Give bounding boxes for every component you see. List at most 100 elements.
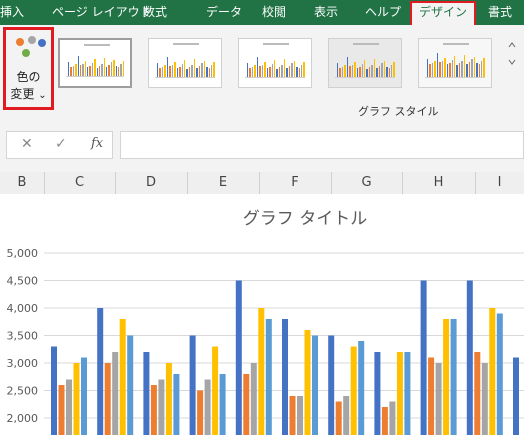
- chart-style-5[interactable]: [418, 38, 492, 88]
- thumb-bar: [371, 65, 373, 77]
- palette-dot-green: [22, 49, 30, 57]
- column-header-c[interactable]: C: [44, 172, 115, 194]
- bar[interactable]: [450, 319, 457, 435]
- bar[interactable]: [343, 396, 350, 435]
- bar[interactable]: [297, 396, 303, 435]
- bar[interactable]: [481, 363, 488, 435]
- tab-help[interactable]: ヘルプ: [365, 0, 401, 25]
- palette-dot-gray: [28, 36, 36, 44]
- thumb-bar: [101, 64, 103, 76]
- bar[interactable]: [158, 379, 165, 436]
- bar[interactable]: [104, 363, 111, 435]
- bar[interactable]: [335, 401, 342, 436]
- bar[interactable]: [243, 374, 250, 435]
- chart-style-1[interactable]: [58, 38, 132, 88]
- thumb-bar: [278, 67, 281, 77]
- column-header-g[interactable]: G: [331, 172, 402, 194]
- tab-formulas[interactable]: 数式: [143, 0, 167, 25]
- thumb-bar: [198, 66, 201, 77]
- formula-input[interactable]: [120, 131, 524, 159]
- bar[interactable]: [289, 396, 296, 435]
- tab-data[interactable]: データ: [206, 0, 242, 25]
- thumb-bar: [456, 65, 458, 77]
- bar[interactable]: [474, 352, 481, 435]
- column-header-e[interactable]: E: [187, 172, 259, 194]
- tab-page-layout[interactable]: ページ レイアウト: [52, 0, 152, 25]
- bar[interactable]: [496, 313, 503, 436]
- chart-title[interactable]: グラフ タイトル: [243, 209, 367, 229]
- bar[interactable]: [81, 357, 87, 436]
- column-header-h[interactable]: H: [402, 172, 475, 194]
- bar[interactable]: [282, 319, 288, 435]
- bar[interactable]: [443, 319, 450, 435]
- column-header-d[interactable]: D: [115, 172, 187, 194]
- thumb-bar: [431, 63, 434, 77]
- bar[interactable]: [73, 363, 80, 435]
- bar[interactable]: [165, 363, 172, 435]
- bar[interactable]: [358, 341, 365, 435]
- thumb-bar: [208, 68, 210, 77]
- column-header-i[interactable]: I: [475, 172, 524, 194]
- enter-icon[interactable]: ✓: [55, 136, 67, 152]
- bar[interactable]: [97, 308, 104, 435]
- bar[interactable]: [235, 280, 242, 436]
- bar[interactable]: [396, 352, 403, 435]
- bar[interactable]: [197, 390, 204, 436]
- bar[interactable]: [250, 363, 257, 435]
- bar-chart[interactable]: グラフ タイトル 5,000 4,500 4,000 3,500 3,000 2,500 2…: [0, 194, 524, 435]
- bar[interactable]: [489, 308, 496, 435]
- bar[interactable]: [328, 335, 335, 436]
- thumb-title-line: [173, 43, 199, 45]
- y-tick-label: 5,000: [7, 247, 39, 260]
- thumb-bar: [429, 64, 431, 77]
- bar[interactable]: [58, 385, 65, 435]
- chart-style-2[interactable]: [148, 38, 222, 88]
- bar[interactable]: [112, 352, 119, 435]
- bar[interactable]: [51, 346, 57, 436]
- cancel-icon[interactable]: ✕: [21, 136, 33, 152]
- tab-format[interactable]: 書式: [488, 0, 512, 25]
- gallery-scroll-buttons[interactable]: [506, 38, 518, 88]
- tab-design[interactable]: デザイン: [412, 1, 474, 25]
- bar[interactable]: [189, 335, 196, 436]
- y-tick-label: 4,500: [7, 275, 39, 288]
- bar[interactable]: [150, 385, 157, 435]
- column-header-f[interactable]: F: [259, 172, 331, 194]
- insert-function-icon[interactable]: fx: [91, 136, 103, 151]
- thumb-bar: [247, 63, 249, 77]
- bar[interactable]: [350, 346, 357, 436]
- bar[interactable]: [204, 379, 211, 436]
- bar[interactable]: [420, 280, 427, 436]
- bar[interactable]: [143, 352, 150, 435]
- bar[interactable]: [66, 379, 72, 436]
- thumb-bar: [183, 60, 186, 77]
- tab-view[interactable]: 表示: [314, 0, 338, 25]
- tab-insert[interactable]: 挿入: [0, 0, 24, 25]
- bar[interactable]: [304, 330, 311, 435]
- thumb-bar: [451, 60, 453, 77]
- column-header-b[interactable]: B: [0, 172, 44, 194]
- bar[interactable]: [212, 346, 219, 436]
- thumb-bar: [439, 62, 441, 77]
- bar[interactable]: [404, 352, 411, 435]
- bar[interactable]: [435, 363, 442, 435]
- bar[interactable]: [513, 357, 519, 436]
- change-colors-button[interactable]: 色の 変更 ⌄: [3, 27, 54, 110]
- bar[interactable]: [219, 374, 226, 435]
- bar[interactable]: [173, 374, 180, 435]
- thumb-bar: [480, 61, 483, 77]
- bar[interactable]: [389, 401, 396, 436]
- thumb-bar: [79, 65, 82, 76]
- bar[interactable]: [374, 352, 381, 435]
- chart-style-3[interactable]: [238, 38, 312, 88]
- bar[interactable]: [258, 308, 265, 435]
- bar[interactable]: [466, 280, 473, 436]
- chart-style-4[interactable]: [328, 38, 402, 88]
- bar[interactable]: [119, 319, 126, 435]
- bar[interactable]: [127, 335, 134, 436]
- bar[interactable]: [381, 407, 388, 435]
- bar[interactable]: [312, 335, 318, 436]
- tab-review[interactable]: 校閲: [262, 0, 286, 25]
- bar[interactable]: [428, 357, 435, 436]
- bar[interactable]: [265, 319, 272, 435]
